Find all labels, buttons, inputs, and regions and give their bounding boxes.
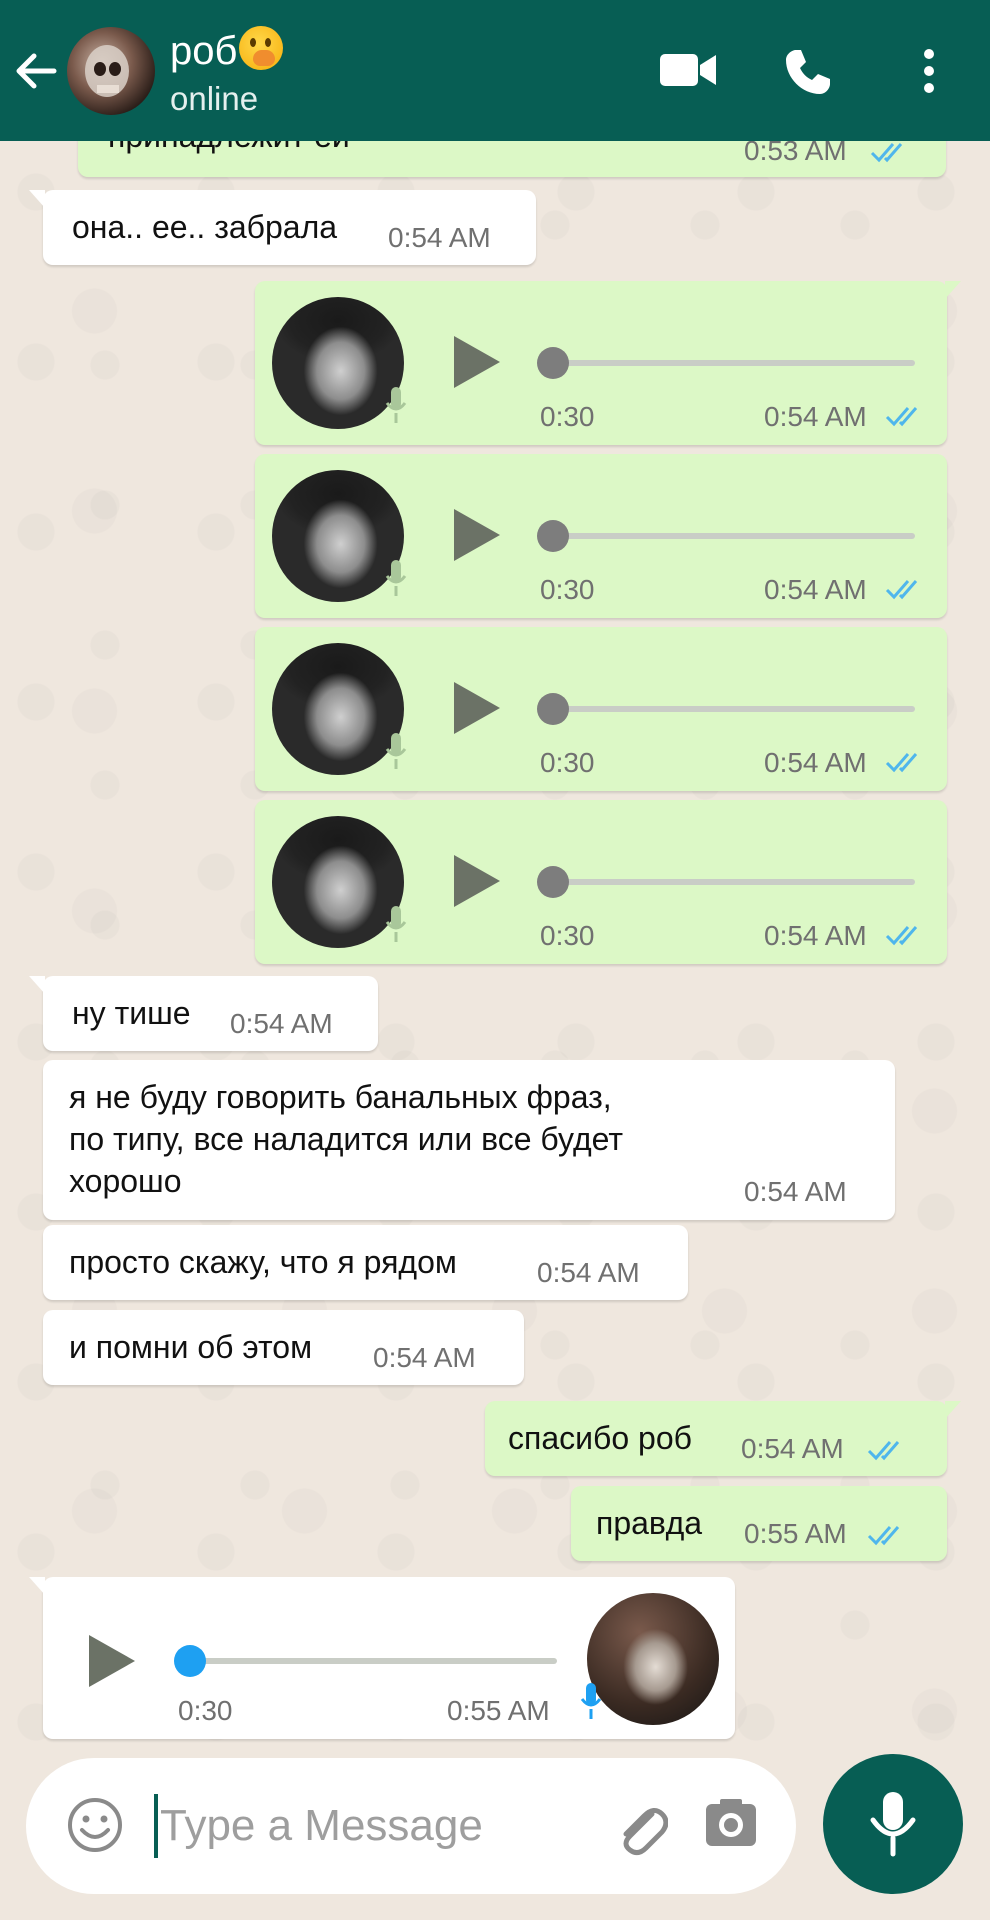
message-bubble-outgoing[interactable]: спасибо роб 0:54 AM xyxy=(485,1401,961,1476)
attach-icon[interactable] xyxy=(612,1796,668,1856)
contact-name[interactable]: роб xyxy=(170,26,284,74)
mic-icon xyxy=(385,560,407,596)
read-ticks-icon xyxy=(870,143,903,163)
message-text: и помни об этом xyxy=(69,1329,313,1365)
voice-duration: 0:30 xyxy=(178,1695,233,1726)
mic-icon xyxy=(385,906,407,942)
voice-message-outgoing[interactable]: 0:30 0:54 AM xyxy=(255,281,961,445)
read-ticks-icon xyxy=(885,926,918,946)
message-text: ну тише xyxy=(72,995,191,1031)
mic-icon xyxy=(870,1792,916,1857)
phone-icon[interactable] xyxy=(782,46,834,98)
message-time: 0:54 AM xyxy=(744,1176,847,1207)
voice-progress-track[interactable] xyxy=(180,1658,557,1664)
voice-duration: 0:30 xyxy=(540,401,595,432)
chat-area[interactable]: принадлежит ей 0:53 AM она.. ее.. забрал… xyxy=(0,141,990,1748)
message-bubble-incoming[interactable]: я не буду говорить банальных фраз, по ти… xyxy=(43,1060,895,1220)
message-bubble-incoming[interactable]: ну тише 0:54 AM xyxy=(29,976,378,1051)
play-icon[interactable] xyxy=(452,680,502,736)
contact-name-text: роб xyxy=(170,29,238,73)
voice-progress-knob[interactable] xyxy=(537,347,569,379)
voice-progress-track[interactable] xyxy=(538,706,915,712)
message-time: 0:54 AM xyxy=(764,401,867,432)
voice-record-button[interactable] xyxy=(823,1754,963,1894)
voice-message-outgoing[interactable]: 0:30 0:54 AM xyxy=(255,627,947,791)
mic-icon xyxy=(385,387,407,423)
message-bubble-incoming[interactable]: и помни об этом 0:54 AM xyxy=(43,1310,524,1385)
voice-message-incoming[interactable]: 0:30 0:55 AM xyxy=(29,1577,735,1739)
contact-avatar[interactable] xyxy=(67,27,155,115)
message-time: 0:54 AM xyxy=(764,574,867,605)
message-time: 0:54 AM xyxy=(373,1342,476,1373)
voice-progress-track[interactable] xyxy=(538,533,915,539)
mic-icon xyxy=(580,1683,602,1719)
message-text: правда xyxy=(596,1505,703,1541)
read-ticks-icon xyxy=(867,1526,900,1546)
message-time: 0:54 AM xyxy=(741,1433,844,1464)
message-time: 0:53 AM xyxy=(744,141,847,166)
voice-progress-knob[interactable] xyxy=(537,520,569,552)
message-time: 0:54 AM xyxy=(230,1008,333,1039)
voice-message-outgoing[interactable]: 0:30 0:54 AM xyxy=(255,800,947,964)
message-bubble-outgoing[interactable]: правда 0:55 AM xyxy=(571,1486,947,1561)
sender-avatar xyxy=(587,1593,719,1725)
read-ticks-icon xyxy=(885,753,918,773)
voice-progress-track[interactable] xyxy=(538,879,915,885)
message-text: я не буду говорить банальных фраз, по ти… xyxy=(69,1079,624,1199)
voice-duration: 0:30 xyxy=(540,747,595,778)
message-text: она.. ее.. забрала xyxy=(72,209,338,245)
emoji-icon[interactable] xyxy=(66,1796,124,1854)
message-input[interactable] xyxy=(154,1794,594,1858)
play-icon[interactable] xyxy=(452,507,502,563)
camera-icon[interactable] xyxy=(704,1798,758,1848)
message-text: просто скажу, что я рядом xyxy=(69,1244,457,1280)
message-time: 0:54 AM xyxy=(388,222,491,253)
voice-progress-track[interactable] xyxy=(538,360,915,366)
hand-over-mouth-emoji-icon xyxy=(239,26,284,70)
play-icon[interactable] xyxy=(452,853,502,909)
voice-progress-knob[interactable] xyxy=(537,693,569,725)
message-time: 0:55 AM xyxy=(744,1518,847,1549)
message-time: 0:54 AM xyxy=(764,747,867,778)
video-call-icon[interactable] xyxy=(660,50,716,90)
voice-progress-knob[interactable] xyxy=(537,866,569,898)
more-vertical-icon[interactable] xyxy=(920,48,938,94)
read-ticks-icon xyxy=(867,1441,900,1461)
message-time: 0:54 AM xyxy=(764,920,867,951)
message-bubble-outgoing[interactable]: принадлежит ей 0:53 AM xyxy=(78,141,946,177)
message-bubble-incoming[interactable]: она.. ее.. забрала 0:54 AM xyxy=(29,190,536,265)
message-text: принадлежит ей xyxy=(108,141,350,157)
message-time: 0:54 AM xyxy=(537,1257,640,1288)
message-bubble-incoming[interactable]: просто скажу, что я рядом 0:54 AM xyxy=(43,1225,688,1300)
chat-header: роб online xyxy=(0,0,990,141)
contact-status: online xyxy=(170,80,259,117)
voice-message-outgoing[interactable]: 0:30 0:54 AM xyxy=(255,454,947,618)
voice-duration: 0:30 xyxy=(540,574,595,605)
mic-icon xyxy=(385,733,407,769)
voice-progress-knob[interactable] xyxy=(174,1645,206,1677)
message-time: 0:55 AM xyxy=(447,1695,550,1726)
read-ticks-icon xyxy=(885,407,918,427)
voice-duration: 0:30 xyxy=(540,920,595,951)
message-text: спасибо роб xyxy=(508,1420,692,1456)
message-composer xyxy=(26,1758,796,1894)
play-icon[interactable] xyxy=(452,334,502,390)
back-arrow-icon[interactable] xyxy=(12,48,58,94)
play-icon[interactable] xyxy=(87,1633,137,1689)
read-ticks-icon xyxy=(885,580,918,600)
